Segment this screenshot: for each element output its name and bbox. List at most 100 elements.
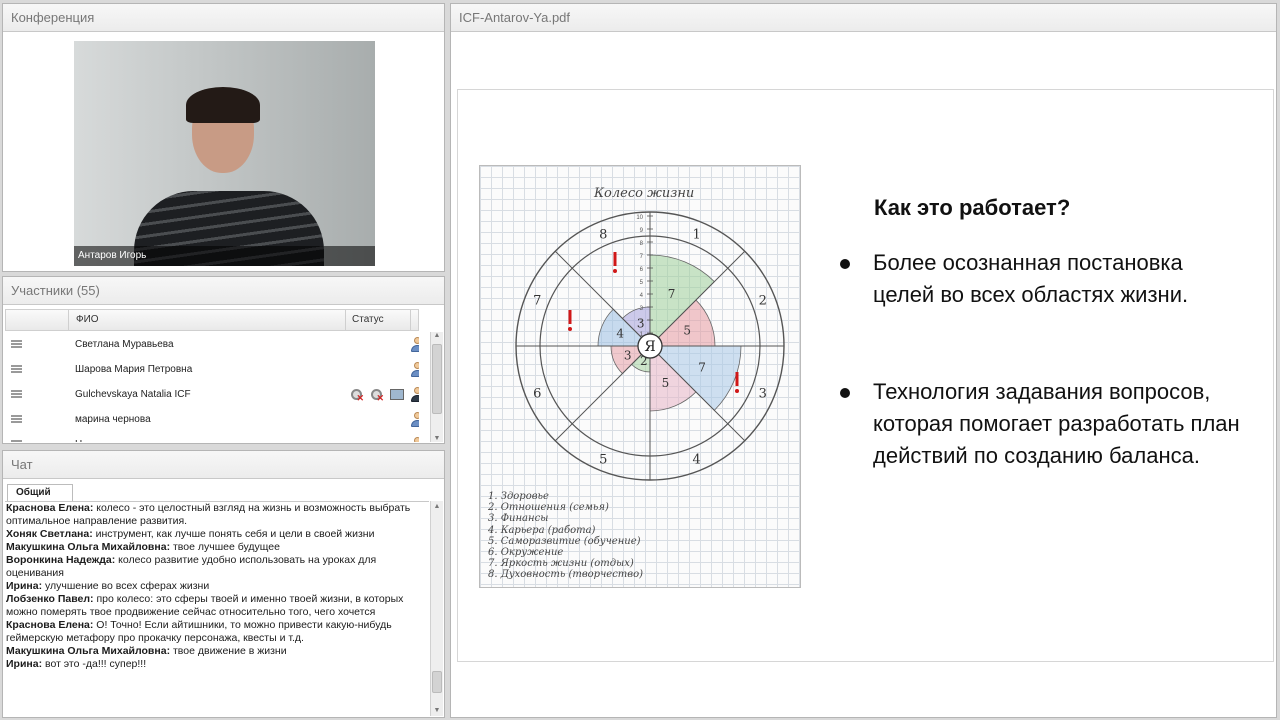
message-author: Макушкина Ольга Михайловна: <box>6 541 171 553</box>
center-label: Я <box>644 339 655 355</box>
participant-row[interactable]: марина чернова <box>5 407 419 432</box>
participants-scrollbar[interactable]: ▲ ▼ <box>430 332 443 442</box>
chat-message: Хоняк Светлана: инструмент, как лучше по… <box>6 528 429 541</box>
message-author: Краснова Елена: <box>6 619 94 631</box>
user-icon <box>410 337 419 353</box>
sector-number: 3 <box>759 387 767 402</box>
chat-scrollbar[interactable]: ▲ ▼ <box>430 501 443 716</box>
bullet-dot <box>840 388 850 398</box>
message-text: твое лучшее будущее <box>170 541 280 553</box>
segment-value: 3 <box>624 348 632 362</box>
exclamation-icon <box>568 310 572 324</box>
message-author: Макушкина Ольга Михайловна: <box>6 645 171 657</box>
drag-handle-icon[interactable] <box>11 365 22 373</box>
sector-number: 2 <box>759 293 767 308</box>
video-off-icon[interactable]: ✕ <box>370 388 384 403</box>
legend-item: 8. Духовность (творчество) <box>488 569 644 581</box>
sector-number: 7 <box>533 293 541 308</box>
legend-item: 1. Здоровье <box>488 491 549 502</box>
legend-item: 2. Отношения (семья) <box>488 502 609 514</box>
participants-panel: Участники (55) ФИО Статус Светлана Мурав… <box>2 276 445 444</box>
drawing-legend: 1. Здоровье 2. Отношения (семья) 3. Фина… <box>488 491 643 581</box>
bullet-text: Более осознанная постановка целей во все… <box>873 250 1189 307</box>
scroll-thumb[interactable] <box>432 344 442 414</box>
message-author: Воронкина Надежда: <box>6 554 116 566</box>
legend-item: 4. Карьера (работа) <box>488 524 596 536</box>
participant-row[interactable]: Светлана Муравьева <box>5 332 419 357</box>
chat-message: Краснова Елена: колесо - это целостный в… <box>6 502 429 528</box>
message-author: Ирина: <box>6 580 43 592</box>
exclamation-icon <box>613 252 617 266</box>
legend-item: 3. Финансы <box>488 513 549 525</box>
participant-name: Светлана Муравьева <box>75 339 174 350</box>
chat-panel: Чат Общий Краснова Елена: колесо - это ц… <box>2 450 445 718</box>
slide-heading: Как это работает? <box>874 195 1071 220</box>
segment-value: 5 <box>683 324 691 338</box>
message-text: твое движение в жизни <box>170 645 287 657</box>
scroll-down-icon[interactable]: ▼ <box>431 435 443 442</box>
scroll-up-icon[interactable]: ▲ <box>431 503 443 510</box>
screen-share-icon[interactable] <box>390 389 404 400</box>
participants-list: Светлана Муравьева Шарова Мария Петровна… <box>5 332 419 442</box>
axis-tick-label: 4 <box>640 293 644 299</box>
legend-item: 5. Саморазвитие (обучение) <box>488 535 641 547</box>
chat-title: Чат <box>3 451 444 479</box>
column-separator <box>68 310 69 330</box>
wheel-of-life-drawing: Колесо жизни 7 5 7 5 2 3 4 3 10 9 8 7 6 5 4 3 2 1 1 2 3 4 5 6 7 8… <box>479 165 801 588</box>
message-text: вот это -да!!! супер!!! <box>42 658 147 670</box>
message-author: Ирина: <box>6 658 43 670</box>
column-status-header[interactable]: Статус <box>352 310 384 330</box>
participants-table-header: ФИО Статус <box>5 309 419 331</box>
chat-messages: Краснова Елена: колесо - это целостный в… <box>5 501 429 716</box>
drag-handle-icon[interactable] <box>11 415 22 423</box>
wheel-spoke <box>554 345 651 442</box>
participant-name: марина чернова <box>75 414 151 425</box>
presenter-user-icon <box>410 387 419 403</box>
bullet-dot <box>840 259 850 269</box>
column-name-header[interactable]: ФИО <box>76 310 99 330</box>
participant-row[interactable]: Шарова Мария Петровна <box>5 357 419 382</box>
chat-message: Ирина: вот это -да!!! супер!!! <box>6 658 429 671</box>
pdf-filename: ICF-Antarov-Ya.pdf <box>451 4 1276 32</box>
message-author: Краснова Елена: <box>6 502 94 514</box>
segment-value: 4 <box>616 327 624 341</box>
drag-handle-icon[interactable] <box>11 340 22 348</box>
sector-number: 1 <box>693 227 701 242</box>
segment-value: 5 <box>662 376 670 390</box>
exclamation-icon <box>735 372 739 386</box>
audio-off-icon[interactable]: ✕ <box>350 388 364 403</box>
conference-title: Конференция <box>3 4 444 32</box>
chat-message: Воронкина Надежда: колесо развитие удобн… <box>6 554 429 580</box>
axis-tick-label: 8 <box>640 241 644 247</box>
scroll-thumb[interactable] <box>432 671 442 693</box>
tab-general[interactable]: Общий <box>7 484 73 501</box>
drag-handle-icon[interactable] <box>11 390 22 398</box>
sector-number: 4 <box>693 453 701 468</box>
column-separator <box>410 310 411 330</box>
drag-handle-icon[interactable] <box>11 440 22 442</box>
chat-message: Макушкина Ольга Михайловна: твое лучшее … <box>6 541 429 554</box>
participant-row[interactable]: Н... <box>5 432 419 442</box>
scroll-down-icon[interactable]: ▼ <box>431 707 443 714</box>
exclamation-icon <box>613 269 617 273</box>
column-separator <box>345 310 346 330</box>
exclamation-icon <box>568 327 572 331</box>
message-author: Лобзенко Павел: <box>6 593 94 605</box>
axis-tick-label: 9 <box>640 228 644 234</box>
legend-item: 6. Окружение <box>488 547 564 559</box>
chat-message: Краснова Елена: О! Точно! Если айтишники… <box>6 619 429 645</box>
participant-row[interactable]: Gulchevskaya Natalia ICF ✕ ✕ <box>5 382 419 407</box>
video-feed[interactable]: Антаров Игорь <box>74 41 375 266</box>
pdf-viewer-panel: ICF-Antarov-Ya.pdf Колесо жизни 75752343… <box>450 3 1277 718</box>
axis-tick-label: 7 <box>640 254 644 260</box>
axis-tick-label: 5 <box>640 280 644 286</box>
bullet-text: Технология задавания вопросов, которая п… <box>873 379 1240 468</box>
exclamation-icon <box>735 389 739 393</box>
message-text: улучшение во всех сферах жизни <box>42 580 210 592</box>
scroll-up-icon[interactable]: ▲ <box>431 332 443 339</box>
participant-name: Н... <box>75 432 91 442</box>
segment-value: 7 <box>698 361 706 375</box>
participant-name: Gulchevskaya Natalia ICF <box>75 389 191 400</box>
speaker-name-label: Антаров Игорь <box>74 246 375 266</box>
message-author: Хоняк Светлана: <box>6 528 93 540</box>
